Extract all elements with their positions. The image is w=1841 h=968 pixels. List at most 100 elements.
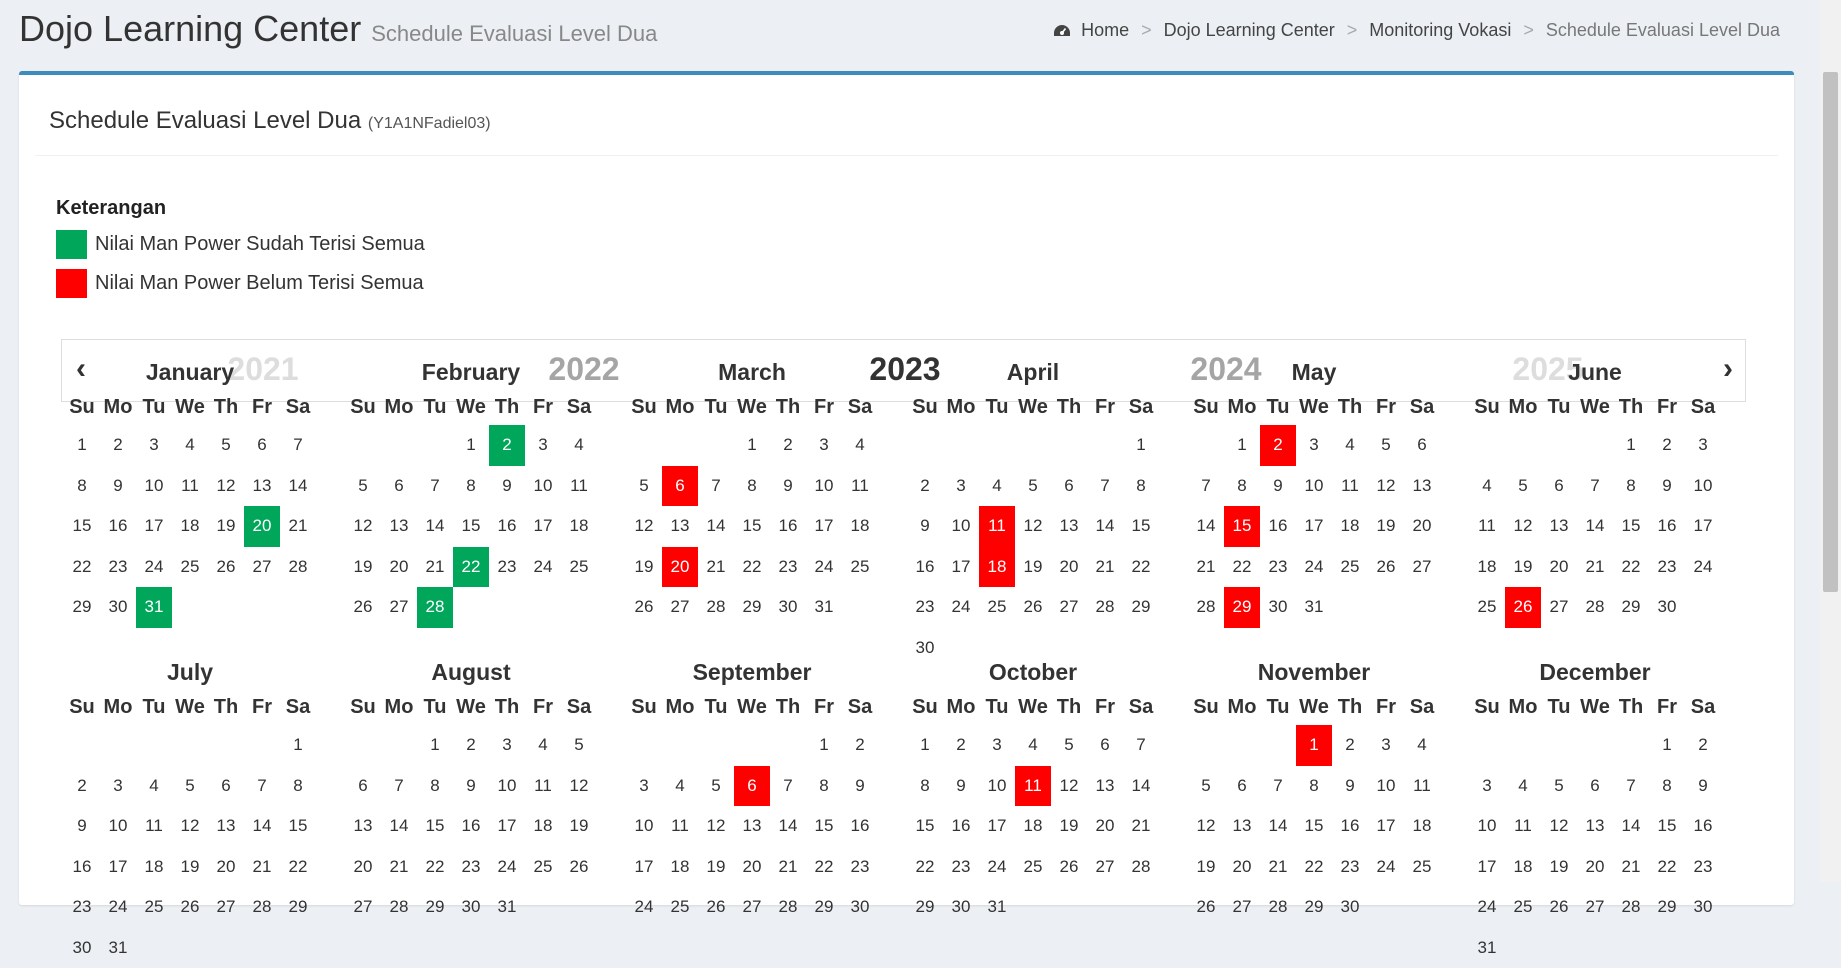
day-cell[interactable]: 12 [1051, 766, 1087, 807]
day-cell[interactable]: 23 [64, 887, 100, 928]
day-cell[interactable]: 18 [842, 506, 878, 547]
day-cell[interactable]: 30 [100, 587, 136, 628]
day-cell[interactable]: 8 [417, 766, 453, 807]
day-cell[interactable]: 24 [1685, 547, 1721, 588]
day-cell[interactable]: 29 [734, 587, 770, 628]
day-cell[interactable]: 9 [907, 506, 943, 547]
day-cell[interactable]: 1 [734, 425, 770, 466]
day-cell[interactable]: 21 [1613, 847, 1649, 888]
day-cell[interactable]: 9 [770, 466, 806, 507]
day-cell[interactable]: 6 [244, 425, 280, 466]
day-cell[interactable]: 27 [1404, 547, 1440, 588]
day-cell[interactable]: 8 [1613, 466, 1649, 507]
day-cell[interactable]: 1 [453, 425, 489, 466]
day-cell[interactable]: 11 [1332, 466, 1368, 507]
day-cell[interactable]: 28 [1260, 887, 1296, 928]
day-cell[interactable]: 25 [136, 887, 172, 928]
day-cell[interactable]: 28 [381, 887, 417, 928]
day-cell[interactable]: 10 [1296, 466, 1332, 507]
day-cell[interactable]: 23 [770, 547, 806, 588]
day-cell[interactable]: 6 [1224, 766, 1260, 807]
day-cell[interactable]: 15 [1649, 806, 1685, 847]
day-cell[interactable]: 15 [734, 506, 770, 547]
day-cell[interactable]: 20 [1577, 847, 1613, 888]
day-cell[interactable]: 1 [417, 725, 453, 766]
day-cell[interactable]: 10 [1469, 806, 1505, 847]
day-cell[interactable]: 10 [100, 806, 136, 847]
day-cell[interactable]: 12 [561, 766, 597, 807]
next-year-arrow[interactable]: › [1723, 352, 1733, 386]
day-cell[interactable]: 9 [1685, 766, 1721, 807]
day-cell[interactable]: 8 [1123, 466, 1159, 507]
day-cell[interactable]: 10 [626, 806, 662, 847]
day-cell[interactable]: 13 [381, 506, 417, 547]
day-cell[interactable]: 7 [280, 425, 316, 466]
day-cell[interactable]: 16 [100, 506, 136, 547]
day-cell[interactable]: 16 [1332, 806, 1368, 847]
day-cell[interactable]: 21 [1123, 806, 1159, 847]
day-cell[interactable]: 20 [381, 547, 417, 588]
day-cell[interactable]: 5 [1051, 725, 1087, 766]
day-cell[interactable]: 3 [1296, 425, 1332, 466]
day-cell[interactable]: 6 [1051, 466, 1087, 507]
day-cell[interactable]: 22 [734, 547, 770, 588]
day-cell[interactable]: 11 [136, 806, 172, 847]
day-cell[interactable]: 14 [1188, 506, 1224, 547]
day-cell[interactable]: 30 [1332, 887, 1368, 928]
day-cell[interactable]: 4 [1332, 425, 1368, 466]
day-cell[interactable]: 19 [698, 847, 734, 888]
day-cell[interactable]: 17 [1296, 506, 1332, 547]
day-cell[interactable]: 29 [417, 887, 453, 928]
day-cell[interactable]: 1 [1613, 425, 1649, 466]
day-cell[interactable]: 20 [1087, 806, 1123, 847]
day-cell[interactable]: 18 [662, 847, 698, 888]
day-cell[interactable]: 1 [64, 425, 100, 466]
day-cell[interactable]: 27 [1224, 887, 1260, 928]
breadcrumb-monitoring[interactable]: Monitoring Vokasi [1369, 20, 1511, 41]
day-cell[interactable]: 13 [1577, 806, 1613, 847]
day-cell[interactable]: 26 [1541, 887, 1577, 928]
day-cell[interactable]: 18 [1469, 547, 1505, 588]
day-cell[interactable]: 28 [698, 587, 734, 628]
day-cell[interactable]: 25 [979, 587, 1015, 628]
day-cell[interactable]: 21 [417, 547, 453, 588]
day-cell[interactable]: 27 [208, 887, 244, 928]
day-cell[interactable]: 22 [1613, 547, 1649, 588]
day-cell[interactable]: 29 [806, 887, 842, 928]
day-cell[interactable]: 22 [1296, 847, 1332, 888]
day-cell[interactable]: 20 [1224, 847, 1260, 888]
day-cell[interactable]: 11 [525, 766, 561, 807]
day-cell[interactable]: 4 [136, 766, 172, 807]
day-cell[interactable]: 2 [1685, 725, 1721, 766]
day-cell[interactable]: 19 [1051, 806, 1087, 847]
day-cell[interactable]: 13 [1087, 766, 1123, 807]
day-cell[interactable]: 27 [381, 587, 417, 628]
day-cell[interactable]: 31 [806, 587, 842, 628]
day-cell[interactable]: 3 [489, 725, 525, 766]
day-cell[interactable]: 18 [561, 506, 597, 547]
day-cell[interactable]: 24 [100, 887, 136, 928]
scheduled-day-cell[interactable]: 22 [453, 547, 489, 588]
day-cell[interactable]: 2 [64, 766, 100, 807]
day-cell[interactable]: 28 [1577, 587, 1613, 628]
scheduled-day-cell[interactable]: 20 [662, 547, 698, 588]
day-cell[interactable]: 21 [280, 506, 316, 547]
day-cell[interactable]: 25 [1404, 847, 1440, 888]
day-cell[interactable]: 11 [1404, 766, 1440, 807]
day-cell[interactable]: 17 [100, 847, 136, 888]
day-cell[interactable]: 8 [280, 766, 316, 807]
day-cell[interactable]: 24 [806, 547, 842, 588]
day-cell[interactable]: 16 [489, 506, 525, 547]
day-cell[interactable]: 24 [489, 847, 525, 888]
day-cell[interactable]: 16 [1260, 506, 1296, 547]
day-cell[interactable]: 20 [1541, 547, 1577, 588]
day-cell[interactable]: 26 [208, 547, 244, 588]
day-cell[interactable]: 12 [345, 506, 381, 547]
day-cell[interactable]: 26 [698, 887, 734, 928]
day-cell[interactable]: 1 [1123, 425, 1159, 466]
day-cell[interactable]: 12 [1505, 506, 1541, 547]
day-cell[interactable]: 2 [1332, 725, 1368, 766]
day-cell[interactable]: 26 [172, 887, 208, 928]
day-cell[interactable]: 14 [244, 806, 280, 847]
day-cell[interactable]: 17 [489, 806, 525, 847]
